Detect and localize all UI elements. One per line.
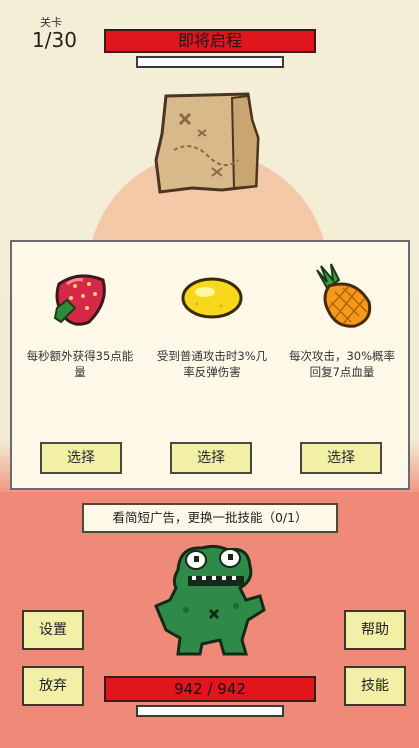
lemon-icon xyxy=(181,277,243,319)
stage-title-bar: 即将启程 xyxy=(104,29,316,53)
skill-choice-panel: 每秒额外获得35点能量 受到普通攻击时3%几率反弹伤害 每次攻击，30%概率回复… xyxy=(10,240,410,490)
select-button-1[interactable]: 选择 xyxy=(40,442,122,474)
select-button-3[interactable]: 选择 xyxy=(300,442,382,474)
map-scroll-icon xyxy=(154,92,260,194)
choice-card-2: 受到普通攻击时3%几率反弹伤害 xyxy=(152,262,272,380)
frog-hero-sprite xyxy=(154,544,266,656)
player-hp-bar: 942 / 942 xyxy=(104,676,316,702)
choice-card-1: 每秒额外获得35点能量 xyxy=(20,262,140,380)
level-counter: 1/30 xyxy=(32,28,77,52)
give-up-button[interactable]: 放弃 xyxy=(22,666,84,706)
choice-desc-1: 每秒额外获得35点能量 xyxy=(26,349,134,379)
choice-desc-2: 受到普通攻击时3%几率反弹伤害 xyxy=(156,349,268,379)
stage-progress-bar xyxy=(136,56,284,68)
watch-ad-refresh-button[interactable]: 看简短广告，更换一批技能（0/1） xyxy=(82,503,338,533)
settings-button[interactable]: 设置 xyxy=(22,610,84,650)
choice-card-3: 每次攻击，30%概率回复7点血量 xyxy=(282,262,402,380)
select-button-2[interactable]: 选择 xyxy=(170,442,252,474)
pineapple-icon xyxy=(316,263,372,328)
help-button[interactable]: 帮助 xyxy=(344,610,406,650)
skills-button[interactable]: 技能 xyxy=(344,666,406,706)
choice-desc-3: 每次攻击，30%概率回复7点血量 xyxy=(288,349,396,379)
strawberry-icon xyxy=(53,274,106,326)
player-energy-bar xyxy=(136,705,284,717)
